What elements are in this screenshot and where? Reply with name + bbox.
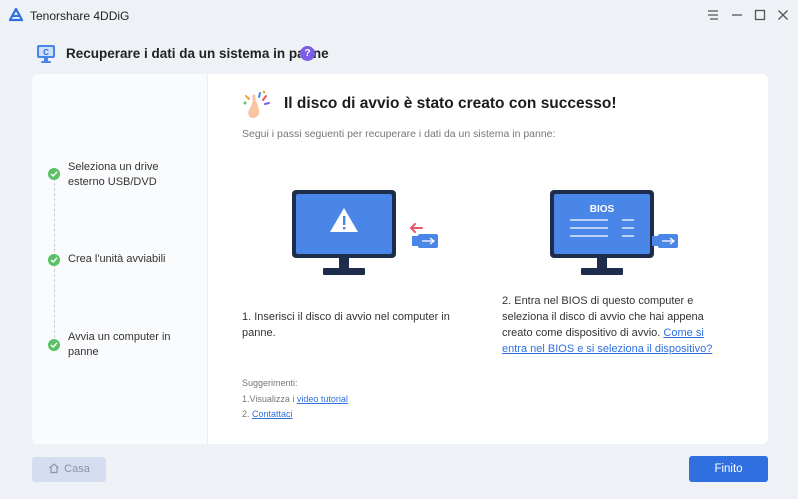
video-tutorial-link[interactable]: video tutorial [297,394,348,404]
step-label: Seleziona un drive esterno USB/DVD [68,161,159,188]
tips-item-1-prefix: 1.Visualizza i [242,393,295,404]
app-name: Tenorshare 4DDiG [30,9,130,23]
page-title: Recuperare i dati da un sistema in panne [66,46,329,61]
success-title: Il disco di avvio è stato creato con suc… [284,95,617,112]
check-icon [48,254,60,266]
content-area: Il disco di avvio è stato creato con suc… [208,74,768,444]
finish-button[interactable]: Finito [689,456,768,482]
tips-heading: Suggerimenti: [242,378,298,388]
tips-item-1: 1.Visualizza i video tutorial [242,392,348,408]
minimize-icon[interactable] [729,7,745,23]
computer-recovery-icon: C [37,45,55,63]
celebration-icon [243,90,270,118]
contact-link[interactable]: Contattaci [252,409,293,419]
tips-item-2-prefix: 2. [242,409,250,419]
app-logo-icon [8,7,24,22]
home-icon [49,463,60,474]
bios-illustration: BIOS [550,190,678,275]
menu-icon[interactable] [705,7,721,23]
step-label: Crea l'unità avviabili [68,253,166,265]
tips-item-2: 2. Contattaci [242,407,348,423]
maximize-icon[interactable] [752,7,768,23]
check-icon [48,339,60,351]
main-card: Seleziona un drive esterno USB/DVD Crea … [32,74,768,444]
close-icon[interactable] [775,7,791,23]
check-icon [48,168,60,180]
step-label: Avvia un computer in panne [68,331,171,358]
help-icon[interactable]: ? [300,46,315,61]
step2-instruction: 2. Entra nel BIOS di questo computer e s… [502,293,714,357]
title-bar: Tenorshare 4DDiG [0,0,798,32]
svg-text:C: C [43,48,49,57]
insert-usb-illustration [292,190,438,275]
instructions-subtitle: Segui i passi seguenti per recuperare i … [242,128,556,140]
home-button[interactable]: Casa [32,457,106,482]
finish-button-label: Finito [714,463,743,475]
step1-text: 1. Inserisci il disco di avvio nel compu… [242,311,450,339]
step1-instruction: 1. Inserisci il disco di avvio nel compu… [242,309,452,341]
steps-sidebar: Seleziona un drive esterno USB/DVD Crea … [32,74,208,444]
bios-label: BIOS [590,204,615,215]
home-button-label: Casa [64,463,90,475]
tips-section: Suggerimenti: 1.Visualizza i video tutor… [242,376,348,423]
